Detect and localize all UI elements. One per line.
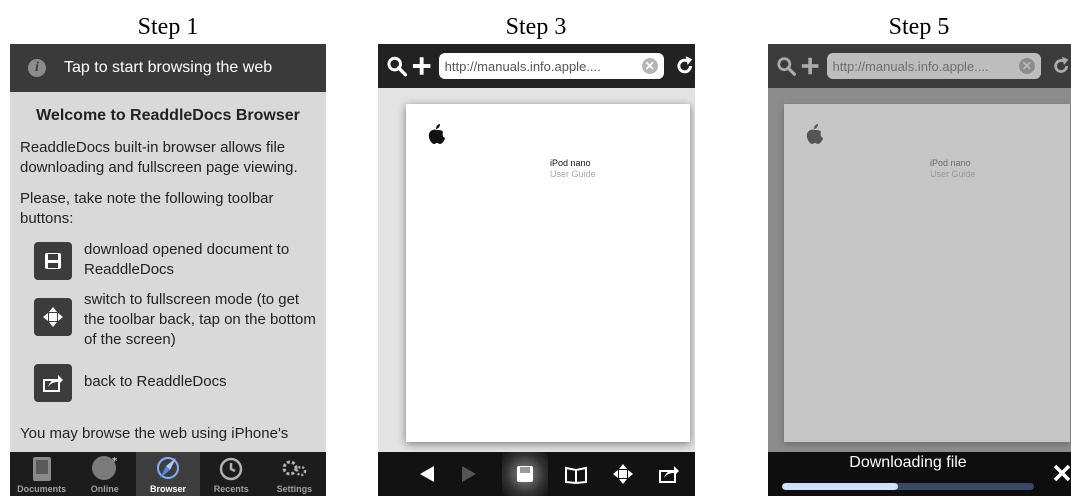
list-item-text: download opened document to ReaddleDocs bbox=[84, 241, 290, 278]
tab-documents[interactable]: Documents bbox=[10, 452, 73, 496]
toolbar-note-paragraph: Please, take note the following toolbar … bbox=[20, 190, 274, 227]
download-button[interactable] bbox=[502, 452, 548, 496]
tab-label: Online bbox=[90, 484, 119, 494]
apple-logo-icon bbox=[806, 124, 823, 144]
list-item-text: switch to fullscreen mode (to get the to… bbox=[84, 291, 316, 348]
save-icon bbox=[517, 466, 533, 482]
tab-settings[interactable]: Settings bbox=[263, 452, 326, 496]
apple-logo-icon bbox=[428, 124, 445, 144]
save-icon bbox=[34, 242, 72, 280]
tab-label: Settings bbox=[276, 484, 313, 494]
step-1-title: Step 1 bbox=[137, 14, 199, 40]
gears-icon bbox=[282, 460, 307, 477]
browse-hint-text: Tap to start browsing the web bbox=[64, 59, 273, 76]
step-5-screen: http://manuals.info.apple.... ✕ iPod nan… bbox=[768, 44, 1071, 496]
browser-bottom-toolbar bbox=[378, 452, 695, 496]
progress-fill bbox=[782, 483, 898, 490]
browse-hint-bar[interactable]: i Tap to start browsing the web bbox=[10, 44, 326, 92]
doc-subtitle: User Guide bbox=[930, 169, 976, 179]
document-page: iPod nano User Guide bbox=[406, 104, 690, 442]
step-1-screen: i Tap to start browsing the web Welcome … bbox=[10, 44, 326, 496]
list-item: back to ReaddleDocs bbox=[20, 362, 316, 402]
step-3-screen: http://manuals.info.apple.... ✕ iPod nan… bbox=[378, 44, 695, 496]
browse-paragraph: You may browse the web using iPhone's bbox=[20, 425, 289, 442]
download-progress-bar: Downloading file bbox=[768, 452, 1071, 496]
add-bookmark-icon[interactable] bbox=[800, 55, 820, 77]
url-field[interactable]: http://manuals.info.apple.... ✕ bbox=[438, 53, 664, 79]
svg-text:*: * bbox=[112, 456, 118, 467]
download-status-text: Downloading file bbox=[849, 454, 967, 471]
add-bookmark-icon[interactable] bbox=[411, 55, 432, 77]
reload-icon[interactable] bbox=[1051, 55, 1071, 77]
book-icon[interactable] bbox=[564, 464, 588, 484]
step-3-title: Step 3 bbox=[505, 14, 567, 40]
intro-paragraph: ReaddleDocs built-in browser allows file… bbox=[20, 139, 298, 176]
doc-subtitle: User Guide bbox=[550, 169, 596, 179]
browser-toolbar: http://manuals.info.apple.... ✕ bbox=[768, 44, 1071, 88]
list-item-text: back to ReaddleDocs bbox=[84, 373, 227, 390]
tab-bar: Documents * Online Browser Recents Setti… bbox=[10, 452, 326, 496]
list-item: download opened document to ReaddleDocs bbox=[20, 240, 316, 280]
tab-label: Documents bbox=[17, 484, 67, 494]
tab-label: Recents bbox=[213, 484, 249, 494]
step-5-title: Step 5 bbox=[888, 14, 950, 40]
tab-recents[interactable]: Recents bbox=[200, 452, 263, 496]
info-icon: i bbox=[28, 59, 46, 77]
globe-icon: * bbox=[91, 456, 118, 480]
url-field[interactable]: http://manuals.info.apple.... ✕ bbox=[826, 53, 1041, 79]
progress-track bbox=[782, 483, 1034, 490]
url-text: http://manuals.info.apple.... bbox=[832, 58, 989, 74]
welcome-content: Welcome to ReaddleDocs Browser ReaddleDo… bbox=[10, 106, 326, 444]
welcome-heading: Welcome to ReaddleDocs Browser bbox=[36, 107, 300, 124]
clock-icon bbox=[219, 457, 243, 481]
share-arrow-icon bbox=[34, 364, 72, 402]
forward-arrow-icon[interactable] bbox=[460, 465, 478, 483]
fullscreen-arrows-icon[interactable] bbox=[612, 463, 634, 485]
browser-toolbar: http://manuals.info.apple.... ✕ bbox=[378, 44, 695, 88]
documents-icon bbox=[32, 457, 51, 481]
fullscreen-arrows-icon bbox=[34, 298, 72, 336]
share-arrow-icon[interactable] bbox=[658, 464, 680, 484]
tab-label: Browser bbox=[150, 484, 187, 494]
search-icon[interactable] bbox=[386, 55, 408, 77]
tab-online[interactable]: * Online bbox=[73, 452, 136, 496]
clear-icon[interactable]: ✕ bbox=[1018, 58, 1035, 74]
list-item: switch to fullscreen mode (to get the to… bbox=[20, 290, 316, 350]
document-page: iPod nano User Guide bbox=[784, 104, 1070, 442]
doc-title: iPod nano bbox=[550, 158, 591, 168]
tab-browser[interactable]: Browser bbox=[136, 452, 200, 496]
clear-icon[interactable]: ✕ bbox=[641, 58, 658, 74]
close-icon[interactable] bbox=[1051, 462, 1071, 482]
compass-icon bbox=[157, 457, 179, 479]
doc-title: iPod nano bbox=[930, 158, 971, 168]
back-arrow-icon[interactable] bbox=[418, 465, 436, 483]
search-icon[interactable] bbox=[776, 55, 797, 77]
reload-icon[interactable] bbox=[674, 55, 695, 77]
url-text: http://manuals.info.apple.... bbox=[444, 58, 601, 74]
